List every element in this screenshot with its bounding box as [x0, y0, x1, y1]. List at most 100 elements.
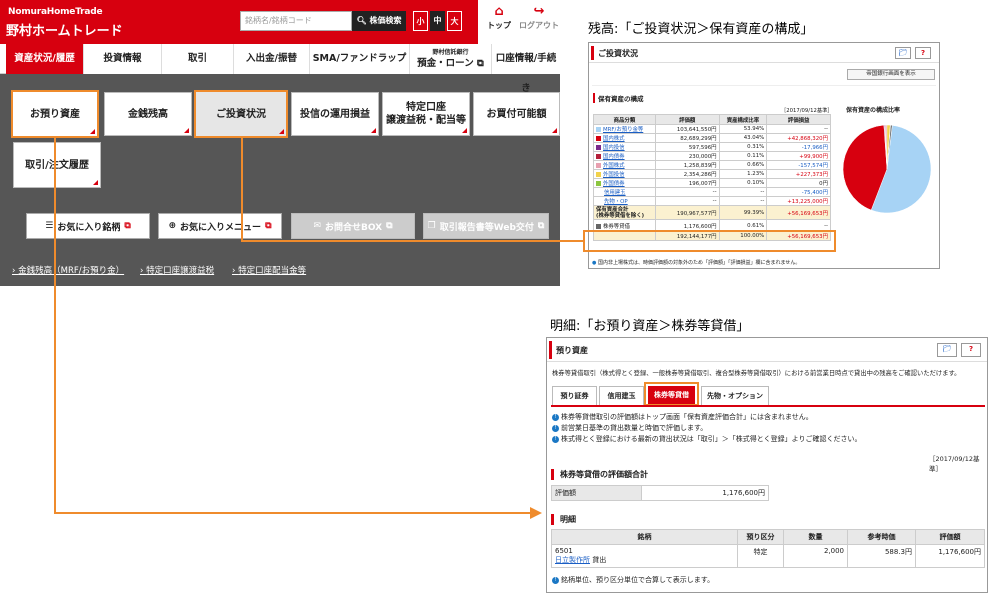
tab-stock-lending[interactable]: 株券等貸借: [644, 382, 699, 406]
table-row: MRF/お預り金等 103,641,550円 53.94% --: [593, 124, 831, 134]
tab-sma[interactable]: SMA/ファンドラップ: [310, 44, 410, 74]
panel2-date: ［2017/09/12基準］: [929, 455, 980, 473]
info-icon: !: [552, 424, 559, 432]
link-cash-balance[interactable]: › 金銭残高（MRF/お預り金）: [12, 264, 124, 276]
tab-deposit-loan[interactable]: 野村信託銀行 預金・ローン ⧉: [410, 44, 492, 74]
tile-deposited-assets[interactable]: お預り資産: [11, 90, 99, 138]
tile-specific-account[interactable]: 特定口座 譲渡益税・配当等: [382, 92, 470, 136]
category-link[interactable]: 国内投信: [603, 145, 625, 151]
value-cell: 597,596円: [654, 142, 720, 152]
highlight-lending-row: [583, 230, 836, 252]
category-cell[interactable]: 国内債券: [593, 151, 656, 161]
col-value: 評価額: [915, 529, 985, 545]
col-category: 商品分類: [593, 114, 656, 125]
legend-swatch: [596, 136, 601, 141]
view-screen-button[interactable]: 帝国銀行画面を表示: [847, 69, 935, 80]
detail-table: 銘柄 預り区分 数量 参考時価 評価額 6501 日立製作所 貸出 特定 2,00…: [551, 529, 985, 568]
category-link[interactable]: 外国債券: [603, 181, 625, 187]
category-link[interactable]: 先物・OP: [604, 199, 628, 205]
category-cell[interactable]: 外国債券: [593, 178, 656, 188]
panel1-header: ご投資状況 📁︎ ?: [589, 43, 939, 63]
folder-icon[interactable]: 📁︎: [937, 343, 957, 357]
category-link[interactable]: 信用建玉: [604, 190, 626, 196]
favorite-stocks-button[interactable]: ☰ お気に入り銘柄 ⧉: [26, 213, 150, 239]
link-specific-tax[interactable]: › 特定口座譲渡益税: [140, 264, 214, 276]
col-stock: 銘柄: [551, 529, 738, 545]
table-row: 信用建玉 -- -- -75,400円: [593, 187, 831, 197]
category-cell[interactable]: 国内株式: [593, 133, 656, 143]
inquiry-box-button[interactable]: ✉ お問合せBOX ⧉: [291, 213, 415, 239]
tab-margin[interactable]: 信用建玉: [599, 386, 644, 405]
note-2: ! 前営業日基準の貸出数量と時価で評価します。: [552, 423, 707, 433]
document-icon: ❐: [427, 221, 436, 231]
font-size-medium[interactable]: 中: [430, 11, 445, 31]
category-cell[interactable]: 外国株式: [593, 160, 656, 170]
tile-fund-pl[interactable]: 投信の運用損益: [291, 92, 379, 136]
category-cell[interactable]: 国内投信: [593, 142, 656, 152]
tab-securities[interactable]: 預り証券: [552, 386, 597, 405]
link-specific-dividend[interactable]: › 特定口座配当金等: [232, 264, 306, 276]
pl-cell: -157,574円: [766, 160, 831, 170]
category-cell[interactable]: 先物・OP: [593, 196, 656, 206]
stock-link[interactable]: 日立製作所: [555, 556, 590, 564]
tab-deposit[interactable]: 入出金/振替: [234, 44, 310, 74]
font-size-small[interactable]: 小: [413, 11, 428, 31]
home-icon: ⌂: [494, 4, 504, 19]
category-link[interactable]: 外国投信: [603, 172, 625, 178]
category-link[interactable]: MRF/お預り金等: [603, 127, 643, 133]
category-link[interactable]: 国内債券: [603, 154, 625, 160]
price-cell: 588.3円: [847, 544, 916, 568]
note-1: ! 株券等貸借取引の評価額はトップ画面「保有資産評価合計」には含まれません。: [552, 412, 813, 422]
tab-account[interactable]: 口座情報/手続き: [492, 44, 560, 94]
logout-icon: ↪: [533, 4, 545, 19]
col-price: 参考時価: [847, 529, 916, 545]
ratio-cell: 0.31%: [718, 142, 768, 152]
section-holdings: 保有資産の構成: [593, 93, 644, 103]
value-cell: --: [654, 196, 720, 206]
logo[interactable]: 野村ホームトレード: [6, 20, 123, 39]
external-icon: ⧉: [537, 221, 545, 231]
col-pl: 評価損益: [766, 114, 831, 125]
tile-buying-power[interactable]: お買付可能額: [473, 92, 560, 136]
panel2-header: 預り資産 📁︎ ?: [547, 338, 987, 362]
ratio-cell: 0.66%: [718, 160, 768, 170]
table-row: 国内投信 597,596円 0.31% -17,966円: [593, 142, 831, 152]
total-pl: +56,169,653円: [766, 205, 831, 220]
help-icon[interactable]: ?: [961, 343, 981, 357]
category-cell[interactable]: MRF/お預り金等: [593, 124, 656, 134]
total-value: 190,967,577円: [654, 205, 720, 220]
chart-title: 保有資産の構成比率: [846, 107, 901, 114]
search-input[interactable]: 銘柄名/銘柄コード: [240, 11, 352, 31]
category-link[interactable]: 外国株式: [603, 163, 625, 169]
table-row: 国内債券 230,000円 0.11% +99,900円: [593, 151, 831, 161]
tab-trade[interactable]: 取引: [162, 44, 234, 74]
category-cell[interactable]: 信用建玉: [593, 187, 656, 197]
pl-cell: +42,868,320円: [766, 133, 831, 143]
top-nav: ⌂ トップ ↪ ログアウト: [478, 0, 560, 44]
tab-futures-options[interactable]: 先物・オプション: [701, 386, 769, 405]
panel2-title: 預り資産: [556, 346, 588, 355]
value-cell: 2,354,286円: [654, 169, 720, 179]
tile-cash-balance[interactable]: 金銭残高: [104, 92, 192, 136]
chat-icon: ✉: [313, 221, 321, 231]
favorite-menu-button[interactable]: ⊕ お気に入りメニュー ⧉: [158, 213, 282, 239]
category-link[interactable]: 国内株式: [603, 136, 625, 142]
font-size-large[interactable]: 大: [447, 11, 462, 31]
info-icon: !: [552, 435, 559, 443]
value-cell: 196,007円: [654, 178, 720, 188]
top-button[interactable]: ⌂ トップ: [479, 4, 519, 31]
tile-order-history[interactable]: 取引/注文履歴: [13, 142, 101, 188]
web-report-button[interactable]: ❐ 取引報告書等Web交付 ⧉: [423, 213, 549, 239]
panel2-description: 株券等貸借取引（株式得とく登録、一般株券等貸借取引、複合型株券等貸借取引）におけ…: [552, 370, 961, 377]
search-button[interactable]: 🔍︎ 株価検索: [352, 11, 406, 31]
tab-assets[interactable]: 資産状況/履歴: [6, 44, 84, 74]
tile-investment-status[interactable]: ご投資状況: [194, 90, 288, 138]
value-cell: 1,258,839円: [654, 160, 720, 170]
info-icon: !: [552, 413, 559, 421]
logo-subtitle: NomuraHomeTrade: [8, 7, 103, 17]
help-icon[interactable]: ?: [915, 47, 931, 59]
tab-investment-info[interactable]: 投資情報: [84, 44, 162, 74]
folder-icon[interactable]: 📁︎: [895, 47, 911, 59]
logout-button[interactable]: ↪ ログアウト: [519, 4, 559, 31]
category-cell[interactable]: 外国投信: [593, 169, 656, 179]
